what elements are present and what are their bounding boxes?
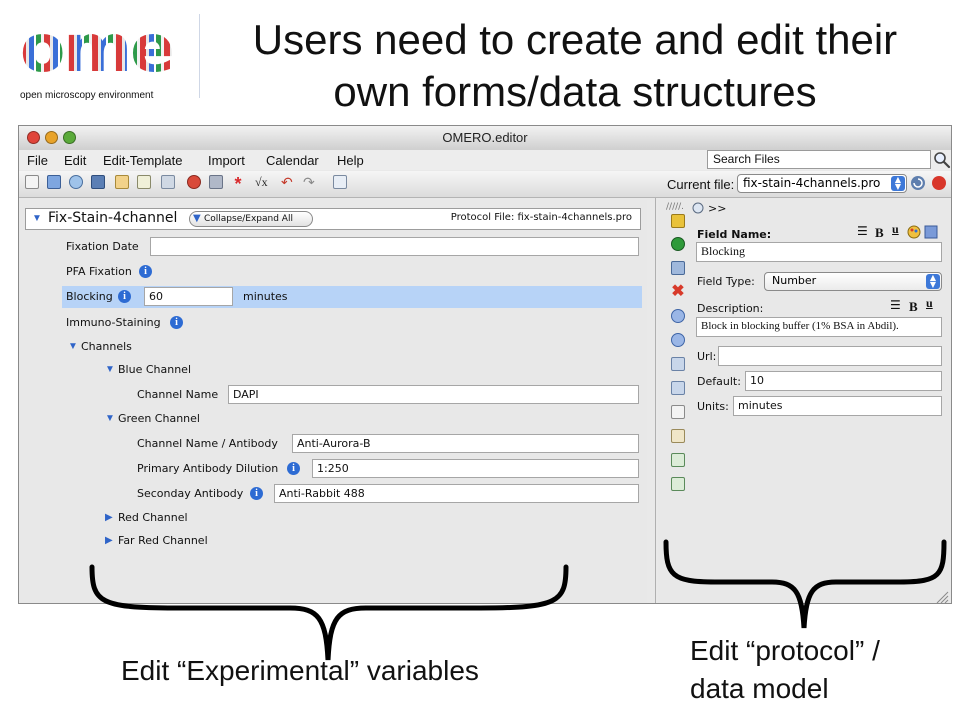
annotation-protocol-line-1: Edit “protocol” /	[690, 635, 880, 666]
annotation-braces	[89, 539, 947, 661]
right-brace	[663, 539, 947, 629]
annotation-protocol-line-2: data model	[690, 673, 829, 704]
annotation-experimental: Edit “Experimental” variables	[121, 655, 479, 686]
left-brace	[89, 564, 569, 661]
